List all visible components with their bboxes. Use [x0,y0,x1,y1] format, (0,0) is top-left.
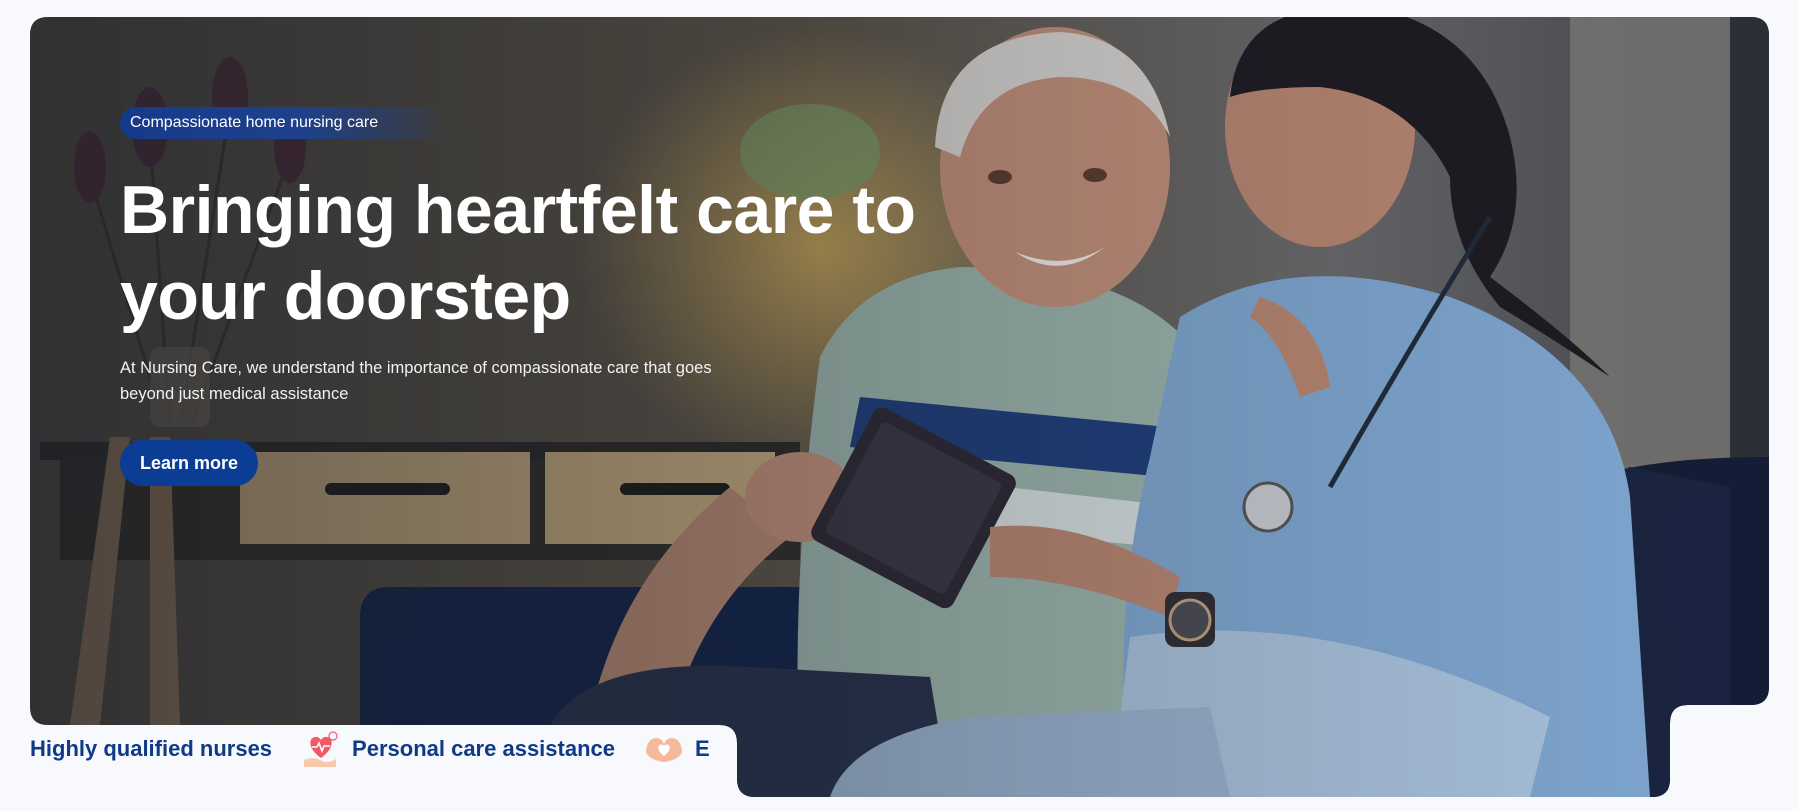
feature-label: Personal care assistance [352,736,615,761]
feature-item: Highly qualified nurses [30,736,272,762]
headline-line-1: Bringing heartfelt care to [120,172,916,248]
feature-label: Highly qualified nurses [30,736,273,761]
feature-label: E [695,736,710,761]
hero-badge: Compassionate home nursing care [120,107,449,139]
feature-item: E [615,728,710,770]
features-ticker: Highly qualified nurses Personal care as… [30,708,720,790]
hero-headline: Bringing heartfelt care to your doorstep [120,167,940,339]
hero-content: Compassionate home nursing care Bringing… [120,107,940,407]
feature-item: Personal care assistance [272,728,615,770]
heart-hand-icon [304,731,338,767]
learn-more-button[interactable]: Learn more [120,440,259,486]
headline-line-2: your doorstep [120,258,571,334]
hero-banner: Compassionate home nursing care Bringing… [30,17,1769,797]
hero-description: At Nursing Care, we understand the impor… [120,359,712,403]
heart-hands-icon [646,738,682,762]
